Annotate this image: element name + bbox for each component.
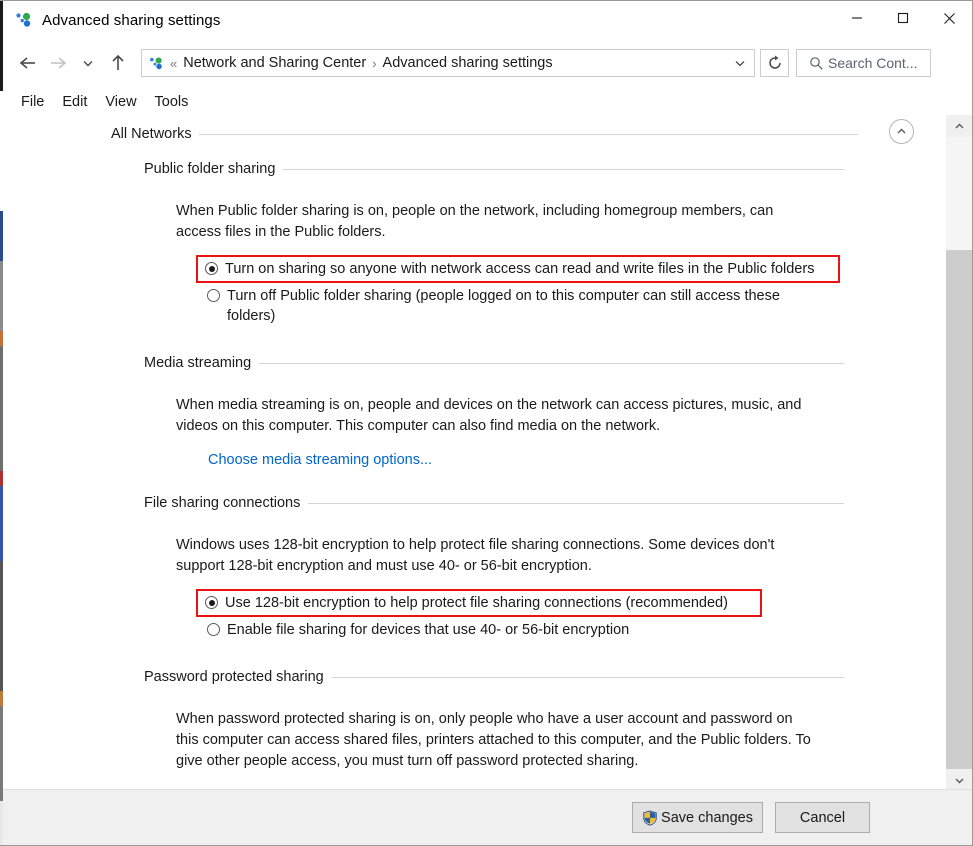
title-bar: Advanced sharing settings	[3, 1, 972, 39]
network-sharing-icon	[148, 55, 165, 72]
window-controls	[834, 3, 972, 33]
radio-turn-on-public-folder-sharing[interactable]: Turn on sharing so anyone with network a…	[196, 255, 840, 283]
section-description-media-streaming: When media streaming is on, people and d…	[176, 397, 802, 434]
divider	[308, 502, 844, 504]
section-description-public-folder-sharing: When Public folder sharing is on, people…	[176, 203, 774, 240]
background-window-sliver	[0, 1, 3, 845]
menu-item-view[interactable]: View	[96, 92, 145, 112]
minimize-button[interactable]	[834, 3, 880, 33]
maximize-button[interactable]	[880, 3, 926, 33]
radio-turn-off-public-folder-sharing[interactable]: Turn off Public folder sharing (people l…	[196, 284, 840, 328]
radio-button-icon[interactable]	[205, 262, 218, 275]
up-button[interactable]	[103, 48, 133, 78]
section-header-file-sharing-connections: File sharing connections	[144, 492, 844, 514]
breadcrumb-advanced-sharing-settings[interactable]: Advanced sharing settings	[382, 53, 554, 73]
menu-bar: File Edit View Tools	[3, 89, 972, 115]
save-changes-button[interactable]: Save changes	[632, 802, 763, 833]
navigation-bar: « Network and Sharing Center › Advanced …	[3, 41, 972, 85]
link-choose-media-streaming-options[interactable]: Choose media streaming options...	[208, 452, 432, 468]
divider	[283, 168, 844, 170]
section-label-media-streaming: Media streaming	[144, 355, 252, 371]
dialog-footer: Save changes Cancel	[3, 789, 972, 845]
divider	[331, 676, 844, 678]
refresh-button[interactable]	[760, 49, 789, 77]
forward-button[interactable]	[43, 48, 73, 78]
radio-label: Enable file sharing for devices that use…	[227, 622, 630, 638]
menu-item-edit[interactable]: Edit	[53, 92, 96, 112]
divider	[198, 133, 858, 135]
close-button[interactable]	[926, 3, 972, 33]
advanced-sharing-settings-window: Advanced sharing settings « Network and …	[0, 0, 973, 846]
breadcrumb-overflow-icon[interactable]: «	[165, 57, 182, 70]
radio-button-icon[interactable]	[207, 623, 220, 636]
search-input[interactable]: Search Cont...	[828, 55, 918, 71]
section-label-public-folder-sharing: Public folder sharing	[144, 161, 276, 177]
section-description-password-protected-sharing: When password protected sharing is on, o…	[176, 711, 811, 769]
group-label-all-networks: All Networks	[111, 126, 192, 142]
back-button[interactable]	[13, 48, 43, 78]
section-header-password-protected-sharing: Password protected sharing	[144, 666, 844, 688]
scroll-up-button[interactable]	[946, 115, 972, 137]
chevron-up-icon[interactable]	[889, 119, 914, 144]
section-label-password-protected-sharing: Password protected sharing	[144, 669, 324, 685]
section-label-file-sharing-connections: File sharing connections	[144, 495, 301, 511]
scrollbar-track[interactable]	[946, 137, 972, 769]
divider	[259, 362, 844, 364]
radio-label: Turn on sharing so anyone with network a…	[225, 261, 815, 277]
menu-item-tools[interactable]: Tools	[146, 92, 198, 112]
radio-button-icon[interactable]	[207, 289, 220, 302]
section-header-media-streaming: Media streaming	[144, 352, 844, 374]
menu-item-file[interactable]: File	[12, 92, 53, 112]
address-bar[interactable]: « Network and Sharing Center › Advanced …	[141, 49, 755, 77]
radio-label: Turn off Public folder sharing (people l…	[227, 288, 780, 324]
radio-use-128-bit-encryption[interactable]: Use 128-bit encryption to help protect f…	[196, 589, 762, 617]
radio-enable-40-or-56-bit-encryption[interactable]: Enable file sharing for devices that use…	[196, 618, 946, 642]
group-header-all-networks: All Networks	[111, 123, 946, 145]
breadcrumb-network-and-sharing-center[interactable]: Network and Sharing Center	[182, 53, 367, 73]
scrollbar-thumb[interactable]	[946, 137, 972, 250]
section-description-file-sharing-connections: Windows uses 128-bit encryption to help …	[176, 537, 775, 574]
settings-content-area: All Networks Public folder sharing When …	[3, 115, 946, 791]
network-sharing-icon	[14, 10, 34, 30]
vertical-scrollbar[interactable]	[945, 115, 972, 791]
breadcrumb-separator-icon: ›	[372, 55, 377, 71]
recent-locations-button[interactable]	[73, 48, 103, 78]
cancel-button[interactable]: Cancel	[775, 802, 870, 833]
radio-button-icon[interactable]	[205, 596, 218, 609]
scroll-down-button[interactable]	[946, 769, 972, 791]
window-title: Advanced sharing settings	[42, 11, 221, 29]
search-box[interactable]: Search Cont...	[796, 49, 931, 77]
save-changes-label: Save changes	[661, 809, 753, 826]
radio-label: Use 128-bit encryption to help protect f…	[225, 595, 728, 611]
cancel-label: Cancel	[799, 809, 846, 826]
search-icon	[809, 56, 824, 71]
uac-shield-icon	[642, 810, 658, 826]
section-header-public-folder-sharing: Public folder sharing	[144, 158, 844, 180]
chevron-down-icon[interactable]	[728, 50, 752, 76]
